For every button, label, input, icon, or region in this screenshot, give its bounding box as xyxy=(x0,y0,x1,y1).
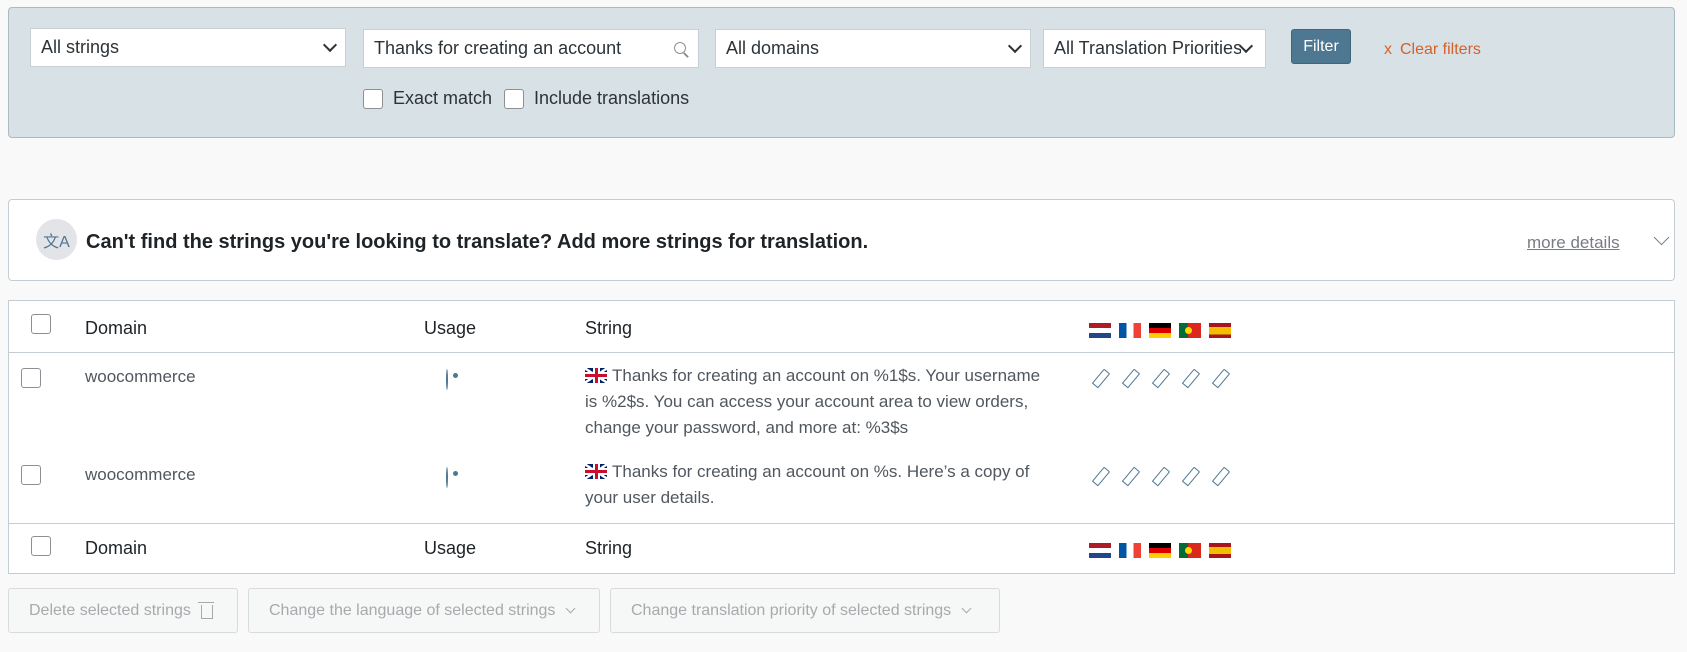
chevron-down-icon xyxy=(1238,38,1254,53)
edit-de-icon[interactable] xyxy=(1149,467,1179,487)
chevron-down-icon xyxy=(961,603,972,614)
more-details-link[interactable]: more details xyxy=(1527,233,1620,253)
table-row: woocommerce Thanks for creating an accou… xyxy=(9,353,1674,451)
change-language-button[interactable]: Change the language of selected strings xyxy=(248,588,600,633)
row-domain: woocommerce xyxy=(85,367,196,386)
include-translations-label: Include translations xyxy=(534,88,690,108)
search-icon[interactable] xyxy=(674,41,688,56)
string-type-value: All strings xyxy=(41,37,120,57)
usage-column-footer: Usage xyxy=(424,538,477,558)
row-string: Thanks for creating an account on %s. He… xyxy=(585,459,1055,511)
exact-match-checkbox[interactable] xyxy=(363,88,383,109)
eye-icon[interactable] xyxy=(446,369,448,390)
translation-actions xyxy=(1089,369,1239,389)
language-flags xyxy=(1089,539,1239,560)
edit-pt-icon[interactable] xyxy=(1179,369,1209,389)
priority-value: All Translation Priorities xyxy=(1054,38,1241,58)
row-checkbox[interactable] xyxy=(21,465,41,485)
strings-table: Domain Usage String woocommerce Thanks f… xyxy=(8,300,1675,574)
flag-nl-icon xyxy=(1089,542,1111,558)
edit-es-icon[interactable] xyxy=(1209,467,1239,487)
include-translations-option[interactable]: Include translations xyxy=(504,88,689,109)
flag-nl-icon xyxy=(1089,322,1111,338)
row-domain: woocommerce xyxy=(85,465,196,484)
chevron-down-icon[interactable] xyxy=(1653,229,1670,246)
row-string: Thanks for creating an account on %1$s. … xyxy=(585,363,1055,441)
search-input[interactable]: Thanks for creating an account xyxy=(363,29,699,68)
change-language-label: Change the language of selected strings xyxy=(269,601,556,619)
domain-select[interactable]: All domains xyxy=(715,29,1031,68)
flag-pt-icon xyxy=(1179,322,1201,338)
edit-de-icon[interactable] xyxy=(1149,369,1179,389)
clear-filters-label: Clear filters xyxy=(1400,41,1481,58)
edit-nl-icon[interactable] xyxy=(1089,467,1119,487)
table-header: Domain Usage String xyxy=(9,301,1674,353)
include-translations-checkbox[interactable] xyxy=(504,88,524,109)
string-column-header: String xyxy=(585,318,633,338)
filter-bar: All strings Thanks for creating an accou… xyxy=(8,7,1675,138)
translate-icon: 文A xyxy=(36,219,77,260)
chevron-down-icon xyxy=(1007,38,1023,53)
notice-message: Can't find the strings you're looking to… xyxy=(86,231,869,253)
flag-es-icon xyxy=(1209,322,1231,338)
row-string-text: Thanks for creating an account on %s. He… xyxy=(585,462,1030,507)
delete-selected-button[interactable]: Delete selected strings xyxy=(8,588,238,633)
clear-icon: x xyxy=(1384,41,1392,58)
row-checkbox[interactable] xyxy=(21,368,41,388)
change-priority-label: Change translation priority of selected … xyxy=(631,601,952,619)
select-all-checkbox[interactable] xyxy=(31,536,51,556)
language-flags xyxy=(1089,319,1239,340)
domain-value: All domains xyxy=(726,38,820,58)
filter-button[interactable]: Filter xyxy=(1291,29,1351,64)
chevron-down-icon xyxy=(565,603,576,614)
select-all-checkbox[interactable] xyxy=(31,314,51,334)
flag-de-icon xyxy=(1149,322,1171,338)
string-type-select[interactable]: All strings xyxy=(30,28,346,67)
domain-column-footer[interactable]: Domain xyxy=(85,538,147,559)
exact-match-option[interactable]: Exact match xyxy=(363,88,492,109)
delete-selected-label: Delete selected strings xyxy=(29,601,191,619)
eye-icon[interactable] xyxy=(446,467,448,488)
flag-fr-icon xyxy=(1119,322,1141,338)
trash-icon xyxy=(197,601,214,619)
table-footer: Domain Usage String xyxy=(9,523,1674,573)
edit-fr-icon[interactable] xyxy=(1119,467,1149,487)
row-string-text: Thanks for creating an account on %1$s. … xyxy=(585,366,1041,437)
edit-es-icon[interactable] xyxy=(1209,369,1239,389)
translation-actions xyxy=(1089,467,1239,487)
search-value: Thanks for creating an account xyxy=(374,38,622,58)
chevron-down-icon xyxy=(322,37,338,52)
string-column-footer: String xyxy=(585,538,633,558)
flag-de-icon xyxy=(1149,542,1171,558)
edit-pt-icon[interactable] xyxy=(1179,467,1209,487)
add-strings-notice: 文A Can't find the strings you're looking… xyxy=(8,199,1675,281)
flag-fr-icon xyxy=(1119,542,1141,558)
priority-select[interactable]: All Translation Priorities xyxy=(1043,29,1266,68)
usage-column-header: Usage xyxy=(424,318,477,338)
exact-match-label: Exact match xyxy=(393,88,493,108)
domain-column-header[interactable]: Domain xyxy=(85,318,147,339)
edit-fr-icon[interactable] xyxy=(1119,369,1149,389)
flag-en-icon xyxy=(585,464,607,479)
edit-nl-icon[interactable] xyxy=(1089,369,1119,389)
change-priority-button[interactable]: Change translation priority of selected … xyxy=(610,588,1000,633)
clear-filters-link[interactable]: x Clear filters xyxy=(1384,41,1481,59)
table-row: woocommerce Thanks for creating an accou… xyxy=(9,451,1674,524)
flag-pt-icon xyxy=(1179,542,1201,558)
flag-en-icon xyxy=(585,368,607,383)
flag-es-icon xyxy=(1209,542,1231,558)
